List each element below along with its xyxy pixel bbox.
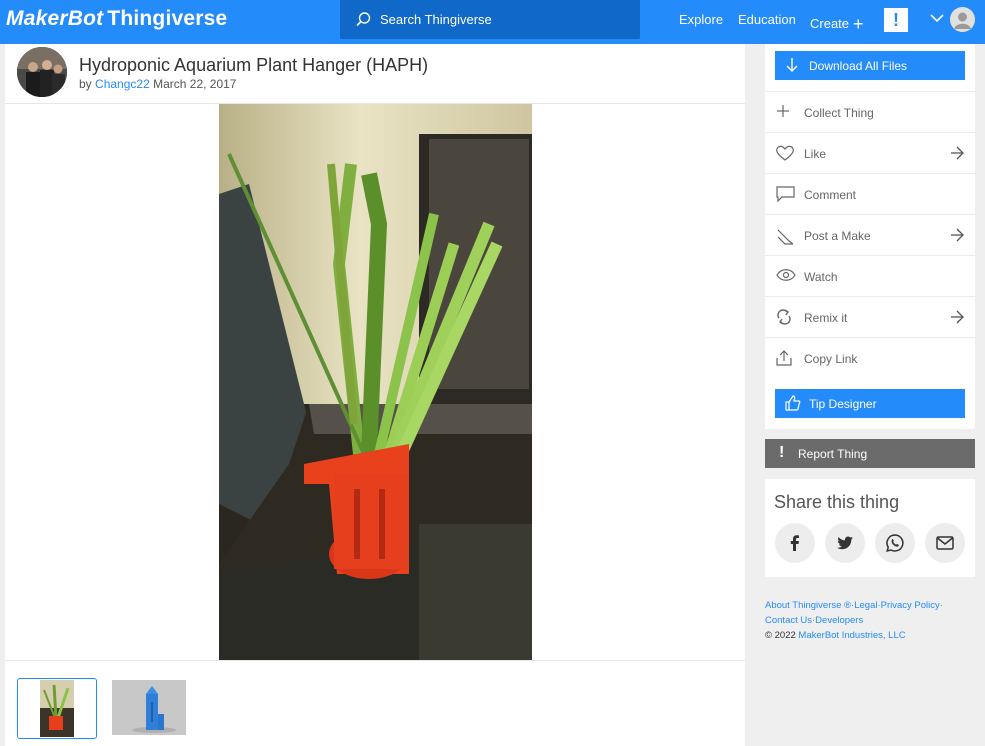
- tip-designer-button[interactable]: Tip Designer: [775, 389, 965, 418]
- gallery-thumbnail-1[interactable]: [17, 678, 97, 739]
- comment-button[interactable]: Comment: [765, 173, 975, 215]
- collect-thing-button[interactable]: Collect Thing: [765, 91, 975, 133]
- exclamation-icon: !: [779, 444, 785, 461]
- footer-links: About Thingiverse ®·Legal·Privacy Policy…: [765, 598, 975, 643]
- share-panel: Share this thing: [765, 479, 975, 577]
- eye-icon: [776, 269, 796, 281]
- download-icon: [786, 58, 798, 72]
- copy-link-button[interactable]: Copy Link: [765, 337, 975, 379]
- author-photo: [17, 47, 67, 97]
- nav-education[interactable]: Education: [738, 12, 796, 27]
- footer-legal-link[interactable]: Legal: [854, 600, 877, 611]
- tip-designer-label: Tip Designer: [809, 397, 877, 411]
- footer-about-link[interactable]: About Thingiverse: [765, 600, 841, 611]
- post-a-make-button[interactable]: Post a Make: [765, 214, 975, 256]
- gallery-divider: [5, 660, 745, 661]
- remix-button[interactable]: Remix it: [765, 296, 975, 338]
- twitter-icon: [837, 536, 853, 550]
- user-icon: [950, 7, 975, 32]
- notification-button[interactable]: !: [884, 8, 908, 32]
- arrow-right-icon: [951, 228, 964, 242]
- thumbnail-plant-photo: [40, 680, 74, 737]
- publish-date: March 22, 2017: [153, 77, 237, 91]
- copy-link-label: Copy Link: [804, 352, 858, 366]
- author-avatar[interactable]: [17, 47, 67, 97]
- search-bar[interactable]: Search Thingiverse: [340, 0, 640, 39]
- watch-label: Watch: [804, 270, 838, 284]
- share-upload-icon: [776, 350, 792, 366]
- thumbnail-1-image: [40, 680, 74, 737]
- thing-meta: by Changc22 March 22, 2017: [79, 77, 236, 91]
- facebook-icon: [790, 535, 799, 551]
- footer-privacy-link[interactable]: Privacy Policy: [881, 600, 940, 611]
- collect-thing-label: Collect Thing: [804, 106, 874, 120]
- footer-developers-link[interactable]: Developers: [815, 615, 863, 626]
- watch-button[interactable]: Watch: [765, 255, 975, 297]
- footer-copyright: © 2022: [765, 630, 796, 641]
- like-label: Like: [804, 147, 827, 161]
- arrow-right-icon: [951, 146, 964, 160]
- download-all-files-label: Download All Files: [809, 59, 908, 73]
- share-title: Share this thing: [774, 492, 900, 512]
- logo-thingiverse-text: Thingiverse: [107, 7, 228, 30]
- plant-hanger-photo: [219, 104, 532, 660]
- email-icon: [936, 536, 954, 550]
- report-thing-button[interactable]: ! Report Thing: [765, 439, 975, 468]
- heart-icon: [776, 145, 794, 161]
- nav-create-label: Create: [810, 16, 850, 31]
- plus-icon: [777, 105, 789, 117]
- by-label: by: [79, 77, 92, 91]
- whatsapp-icon: [886, 534, 904, 553]
- logo-makerbot-text: MakerBot: [6, 7, 104, 30]
- footer-registered-mark: ®: [844, 600, 852, 611]
- thing-title: Hydroponic Aquarium Plant Hanger (HAPH): [79, 55, 429, 75]
- comment-icon: [776, 186, 795, 202]
- remix-icon: [777, 309, 791, 325]
- thumbs-up-icon: [785, 395, 801, 411]
- thumbnail-3d-render: [112, 680, 186, 735]
- nav-explore[interactable]: Explore: [679, 12, 723, 27]
- author-link[interactable]: Changc22: [95, 77, 150, 91]
- share-whatsapp-button[interactable]: [875, 523, 915, 563]
- user-avatar[interactable]: [950, 7, 975, 32]
- chevron-down-icon[interactable]: [930, 14, 944, 23]
- plus-icon: +: [853, 14, 864, 34]
- footer-company-link[interactable]: MakerBot Industries, LLC: [798, 630, 905, 641]
- main-thing-image[interactable]: [219, 104, 532, 660]
- nav-create[interactable]: Create +: [810, 12, 864, 34]
- footer-separator: ·: [939, 600, 943, 611]
- footer-contact-link[interactable]: Contact Us: [765, 615, 812, 626]
- search-placeholder: Search Thingiverse: [380, 12, 492, 27]
- share-facebook-button[interactable]: [775, 523, 815, 563]
- gallery-thumbnail-2[interactable]: [112, 680, 186, 735]
- thing-actions-panel: Download All Files Collect Thing Like Co…: [765, 44, 975, 429]
- top-navigation-bar: MakerBot Thingiverse Search Thingiverse E…: [0, 0, 985, 44]
- thingiverse-logo[interactable]: MakerBot Thingiverse: [6, 7, 227, 31]
- remix-label: Remix it: [804, 311, 848, 325]
- share-twitter-button[interactable]: [825, 523, 865, 563]
- arrow-right-icon: [951, 310, 964, 324]
- report-thing-label: Report Thing: [798, 447, 868, 461]
- share-email-button[interactable]: [925, 523, 965, 563]
- post-make-icon: [777, 229, 794, 245]
- like-button[interactable]: Like: [765, 132, 975, 174]
- thing-main-panel: Hydroponic Aquarium Plant Hanger (HAPH) …: [5, 44, 745, 746]
- post-a-make-label: Post a Make: [804, 229, 871, 243]
- comment-label: Comment: [804, 188, 857, 202]
- download-all-files-button[interactable]: Download All Files: [775, 51, 965, 80]
- search-icon: [356, 12, 371, 27]
